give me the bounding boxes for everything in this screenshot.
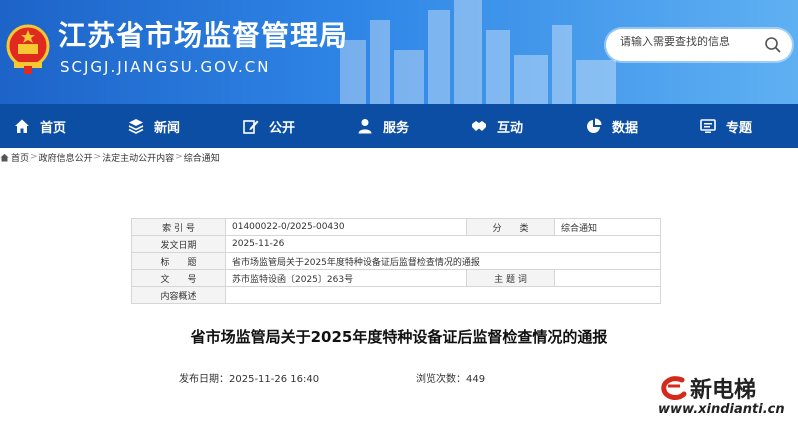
watermark: 新电梯 www.xindianti.cn [650, 372, 790, 422]
site-title: 江苏省市场监督管理局 [58, 19, 349, 52]
site-header: 江苏省市场监督管理局 SCJGJ.JIANGSU.GOV.CN [0, 0, 798, 104]
breadcrumb-separator: > [93, 152, 102, 162]
article-title: 省市场监管局关于2025年度特种设备证后监督检查情况的通报 [190, 328, 608, 346]
elevator-logo-icon [661, 376, 687, 400]
breadcrumb-notice[interactable]: 综合通知 [184, 151, 220, 164]
breadcrumb-statutory[interactable]: 法定主动公开内容 [102, 151, 174, 164]
meta-label: 分 类 [466, 218, 555, 236]
monitor-icon [700, 119, 716, 133]
search-input[interactable] [620, 36, 760, 48]
nav-label: 数据 [612, 120, 639, 136]
views-label: 浏览次数： [416, 374, 466, 385]
meta-value: 2025-11-26 [225, 235, 661, 253]
nav-label: 互动 [497, 120, 524, 136]
breadcrumb-home[interactable]: 首页 [11, 151, 29, 164]
table-row: 文 号 苏市监特设函〔2025〕263号 主 题 词 [131, 269, 661, 287]
nav-item-topic[interactable]: 专题 [700, 104, 752, 148]
person-icon [358, 119, 372, 134]
nav-label: 公开 [269, 120, 296, 136]
nav-label: 新闻 [154, 120, 181, 136]
breadcrumb-separator: > [30, 152, 38, 162]
search-icon[interactable] [764, 36, 782, 54]
site-domain: SCJGJ.JIANGSU.GOV.CN [60, 58, 271, 76]
home-icon [0, 153, 9, 162]
meta-label: 标 题 [131, 252, 226, 270]
table-row: 内容概述 [131, 286, 661, 304]
breadcrumb-gov-info[interactable]: 政府信息公开 [39, 151, 93, 164]
nav-item-data[interactable]: 数据 [586, 104, 638, 148]
meta-label: 发文日期 [131, 235, 226, 253]
table-row: 发文日期 2025-11-26 [131, 235, 661, 253]
nav-item-news[interactable]: 新闻 [128, 104, 180, 148]
edit-icon [243, 120, 259, 134]
nav-label: 服务 [383, 120, 410, 136]
nav-item-interact[interactable]: 互动 [471, 104, 523, 148]
watermark-text: 新电梯 [690, 378, 757, 403]
search-box [606, 29, 792, 61]
meta-value [554, 269, 661, 287]
meta-value: 01400022-0/2025-00430 [225, 218, 467, 236]
table-row: 标 题 省市场监管局关于2025年度特种设备证后监督检查情况的通报 [131, 252, 661, 270]
nav-item-service[interactable]: 服务 [357, 104, 409, 148]
table-row: 索 引 号 01400022-0/2025-00430 分 类 综合通知 [131, 218, 661, 236]
meta-label: 文 号 [131, 269, 226, 287]
breadcrumb: 首页 > 政府信息公开 > 法定主动公开内容 > 综合通知 [0, 150, 220, 164]
meta-value: 苏市监特设函〔2025〕263号 [225, 269, 467, 287]
publish-value: 2025-11-26 16:40 [229, 374, 320, 385]
view-count: 浏览次数：449 [416, 370, 485, 385]
layers-icon [128, 119, 144, 134]
views-value: 449 [466, 374, 486, 385]
handshake-icon [472, 121, 486, 131]
breadcrumb-separator: > [175, 152, 183, 162]
pie-chart-icon [587, 118, 602, 133]
meta-value: 省市场监管局关于2025年度特种设备证后监督检查情况的通报 [225, 252, 661, 270]
meta-label: 内容概述 [131, 286, 226, 304]
meta-label: 主 题 词 [466, 269, 555, 287]
meta-value [225, 286, 661, 304]
meta-label: 索 引 号 [131, 218, 226, 236]
home-icon [15, 119, 29, 133]
main-nav: 首页 新闻 公开 服务 互动 数据 专题 [0, 104, 798, 148]
nav-item-open[interactable]: 公开 [243, 104, 295, 148]
meta-value: 综合通知 [554, 218, 661, 236]
document-meta-table: 索 引 号 01400022-0/2025-00430 分 类 综合通知 发文日… [131, 218, 661, 304]
nav-label: 专题 [726, 120, 753, 136]
skyline-graphic [340, 0, 616, 104]
publish-label: 发布日期： [179, 374, 229, 385]
national-emblem-icon [6, 24, 50, 74]
watermark-url: www.xindianti.cn [658, 402, 785, 417]
publish-date: 发布日期：2025-11-26 16:40 [179, 370, 319, 385]
nav-item-home[interactable]: 首页 [14, 104, 66, 148]
nav-label: 首页 [40, 120, 67, 136]
